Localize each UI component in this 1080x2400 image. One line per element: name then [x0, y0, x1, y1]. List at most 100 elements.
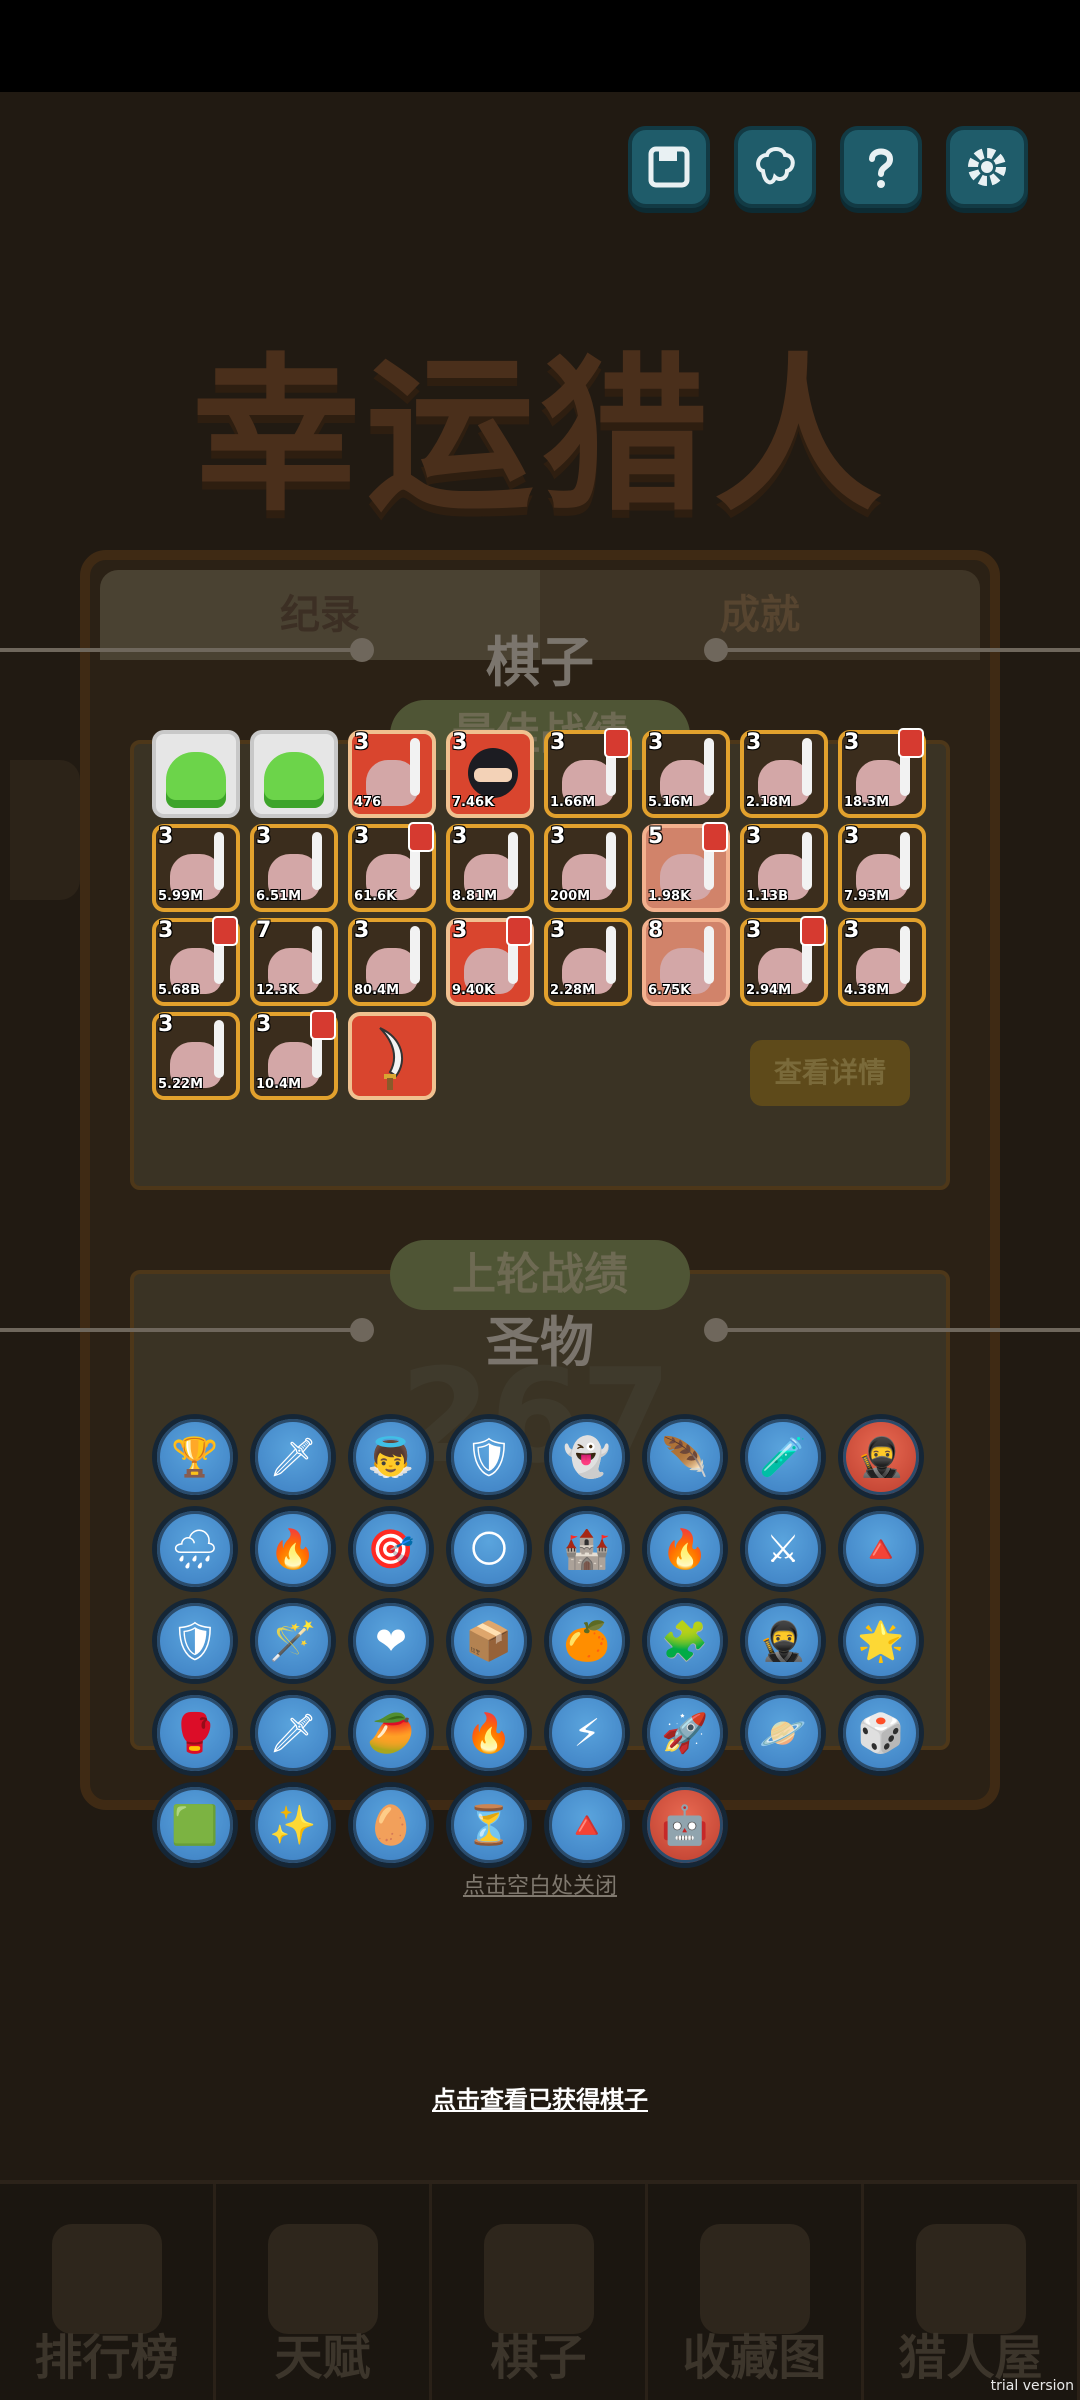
sword-icon: [802, 738, 812, 796]
piece-star-level: 3: [158, 918, 174, 943]
piece-card[interactable]: 3 5.22M: [152, 1012, 240, 1100]
sword-icon: [312, 926, 322, 984]
piece-card[interactable]: 7 12.3K: [250, 918, 338, 1006]
relic-icon[interactable]: 🪐: [740, 1690, 826, 1776]
relic-icon[interactable]: 🔺: [838, 1506, 924, 1592]
piece-count: 476: [354, 795, 382, 810]
piece-card[interactable]: 3 9.40K: [446, 916, 534, 1006]
relic-icon[interactable]: 🪄: [250, 1598, 336, 1684]
modal-backdrop[interactable]: [0, 92, 1080, 2400]
relic-icon[interactable]: 🧪: [740, 1414, 826, 1500]
relic-icon[interactable]: 🪶: [642, 1414, 728, 1500]
relic-icon[interactable]: 🔥: [250, 1506, 336, 1592]
relic-icon[interactable]: 🥷: [838, 1414, 924, 1500]
relic-icon[interactable]: 🌟: [838, 1598, 924, 1684]
piece-card[interactable]: 3 1.66M: [544, 728, 632, 818]
piece-card[interactable]: 3 5.16M: [642, 730, 730, 818]
relic-icon[interactable]: 🔥: [446, 1690, 532, 1776]
piece-card[interactable]: 3 2.94M: [740, 916, 828, 1006]
equipment-badge-icon: [506, 916, 532, 946]
view-pieces-link[interactable]: 点击查看已获得棋子: [0, 2080, 1080, 2115]
piece-card[interactable]: [348, 1012, 436, 1100]
piece-star-level: 5: [648, 824, 664, 849]
brain-button[interactable]: [734, 126, 816, 208]
piece-star-level: 8: [648, 918, 664, 943]
piece-count: 7.46K: [452, 795, 495, 810]
relic-icon[interactable]: ⚔: [740, 1506, 826, 1592]
piece-count: 1.98K: [648, 889, 691, 904]
piece-card[interactable]: 3 7.46K: [446, 730, 534, 818]
piece-card[interactable]: 3 5.99M: [152, 824, 240, 912]
relic-icon[interactable]: 🧩: [642, 1598, 728, 1684]
relic-icon[interactable]: 👻: [544, 1414, 630, 1500]
relic-icon[interactable]: 🍊: [544, 1598, 630, 1684]
piece-card[interactable]: [250, 730, 338, 818]
piece-card[interactable]: 3 2.28M: [544, 918, 632, 1006]
piece-card[interactable]: 3 61.6K: [348, 822, 436, 912]
relic-icon[interactable]: 🏆: [152, 1414, 238, 1500]
relic-icon[interactable]: ✨: [250, 1782, 336, 1868]
relic-icon[interactable]: 🥊: [152, 1690, 238, 1776]
piece-card[interactable]: 3 7.93M: [838, 824, 926, 912]
piece-count: 1.66M: [550, 795, 596, 810]
slime-icon: [166, 752, 226, 808]
settings-button[interactable]: [946, 126, 1028, 208]
sword-icon: [900, 832, 910, 890]
equipment-badge-icon: [800, 916, 826, 946]
piece-card[interactable]: 8 6.75K: [642, 918, 730, 1006]
piece-card[interactable]: 3 5.68B: [152, 916, 240, 1006]
equipment-badge-icon: [408, 822, 434, 852]
relic-icon[interactable]: 🏰: [544, 1506, 630, 1592]
relic-icon[interactable]: 🥭: [348, 1690, 434, 1776]
relic-icon[interactable]: ⚡: [544, 1690, 630, 1776]
relic-icon[interactable]: ⏳: [446, 1782, 532, 1868]
sword-icon: [900, 926, 910, 984]
save-icon: [648, 146, 690, 188]
equipment-badge-icon: [898, 728, 924, 758]
relic-icon[interactable]: 🎲: [838, 1690, 924, 1776]
piece-card[interactable]: 3 476: [348, 730, 436, 818]
piece-card[interactable]: 3 6.51M: [250, 824, 338, 912]
relic-icon[interactable]: 👼: [348, 1414, 434, 1500]
piece-card[interactable]: 3 1.13B: [740, 824, 828, 912]
relic-icon[interactable]: 🎯: [348, 1506, 434, 1592]
piece-star-level: 3: [844, 918, 860, 943]
relic-icon[interactable]: 🔺: [544, 1782, 630, 1868]
sword-icon: [410, 738, 420, 796]
piece-star-level: 3: [256, 824, 272, 849]
piece-card[interactable]: 3 4.38M: [838, 918, 926, 1006]
sword-icon: [214, 1020, 224, 1078]
piece-card[interactable]: 3 18.3M: [838, 728, 926, 818]
piece-star-level: 3: [550, 918, 566, 943]
relic-icon[interactable]: 🗡: [250, 1690, 336, 1776]
pieces-title: 棋子: [486, 631, 594, 694]
relic-icon[interactable]: 🛡: [152, 1598, 238, 1684]
piece-count: 18.3M: [844, 795, 890, 810]
piece-card[interactable]: 3 2.18M: [740, 730, 828, 818]
help-button[interactable]: [840, 126, 922, 208]
relic-icon[interactable]: 🥚: [348, 1782, 434, 1868]
relic-icon[interactable]: 🌕: [446, 1506, 532, 1592]
piece-card[interactable]: 5 1.98K: [642, 822, 730, 912]
relic-icon[interactable]: 🟩: [152, 1782, 238, 1868]
relic-icon[interactable]: 🚀: [642, 1690, 728, 1776]
relic-icon[interactable]: 🗡: [250, 1414, 336, 1500]
piece-card[interactable]: [152, 730, 240, 818]
close-hint[interactable]: 点击空白处关闭: [0, 1868, 1080, 1900]
relic-icon[interactable]: 🥷: [740, 1598, 826, 1684]
piece-star-level: 3: [550, 730, 566, 755]
piece-card[interactable]: 3 200M: [544, 824, 632, 912]
piece-star-level: 3: [452, 918, 468, 943]
relic-icon[interactable]: 📦: [446, 1598, 532, 1684]
relic-icon[interactable]: 🌧: [152, 1506, 238, 1592]
piece-card[interactable]: 3 80.4M: [348, 918, 436, 1006]
relic-icon[interactable]: ❤: [348, 1598, 434, 1684]
piece-count: 2.28M: [550, 983, 596, 998]
save-button[interactable]: [628, 126, 710, 208]
piece-count: 10.4M: [256, 1077, 302, 1092]
piece-card[interactable]: 3 10.4M: [250, 1010, 338, 1100]
relic-icon[interactable]: 🛡: [446, 1414, 532, 1500]
relic-icon[interactable]: 🔥: [642, 1506, 728, 1592]
piece-card[interactable]: 3 8.81M: [446, 824, 534, 912]
relic-icon[interactable]: 🤖: [642, 1782, 728, 1868]
